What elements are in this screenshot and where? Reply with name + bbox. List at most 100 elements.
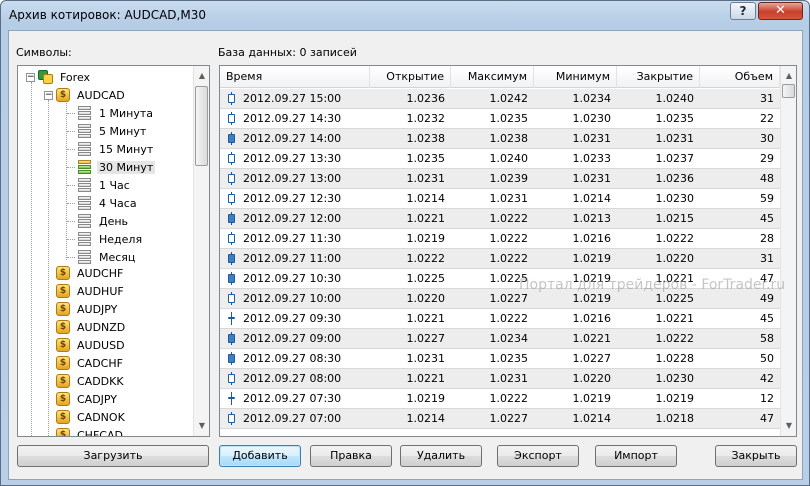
tree-node-timeframe[interactable]: 4 Часа (67, 194, 139, 212)
delete-button[interactable]: Удалить (400, 445, 482, 467)
collapse-icon[interactable]: − (44, 90, 53, 100)
time-text: 2012.09.27 13:30 (243, 152, 342, 165)
table-row[interactable]: 2012.09.27 13:30 1.0235 1.0240 1.0233 1.0237… (220, 149, 780, 169)
time-text: 2012.09.27 08:30 (243, 352, 342, 365)
table-row[interactable]: 2012.09.27 09:00 1.0227 1.0234 1.0221 1.0222… (220, 329, 780, 349)
time-text: 2012.09.27 14:30 (243, 112, 342, 125)
table-cell-volume: 48 (760, 172, 774, 185)
archive-window: Архив котировок: AUDCAD,M30 ? ✕ Символы:… (0, 0, 810, 486)
tree-guide-line (67, 239, 75, 240)
close-button[interactable]: Закрыть (715, 445, 797, 467)
table-cell-open: 1.0231 (406, 352, 446, 365)
table-cell-low: 1.0220 (572, 372, 612, 385)
add-button[interactable]: Добавить (219, 445, 301, 467)
table-cell-low: 1.0233 (572, 152, 612, 165)
tree-node-timeframe[interactable]: 1 Минута (67, 104, 155, 122)
candle-icon (228, 172, 235, 185)
column-header[interactable]: Максимум (451, 66, 534, 88)
grid-scrollbar[interactable]: ▲ ▼ (780, 66, 796, 436)
timeframe-stack-icon (76, 106, 92, 120)
scroll-thumb[interactable] (195, 86, 208, 166)
tree-node-timeframe[interactable]: 1 Час (67, 176, 132, 194)
tree-node-timeframe[interactable]: Неделя (67, 230, 144, 248)
table-row[interactable]: 2012.09.27 12:00 1.0221 1.0222 1.0213 1.0215… (220, 209, 780, 229)
table-row[interactable]: 2012.09.27 11:30 1.0219 1.0222 1.0216 1.0222… (220, 229, 780, 249)
scroll-thumb[interactable] (782, 84, 795, 98)
tree-node-symbol[interactable]: $ AUDHUF (56, 282, 126, 300)
import-button[interactable]: Импорт (595, 445, 677, 467)
collapse-icon[interactable]: − (26, 72, 35, 82)
tree-node-timeframe[interactable]: 30 Минут (67, 158, 156, 176)
tree-node-timeframe[interactable]: День (67, 212, 130, 230)
tree-node-audcad[interactable]: − $ AUDCAD (44, 86, 127, 104)
forex-group-icon (38, 70, 54, 84)
tree-node-symbol[interactable]: $ CHFCAD (56, 426, 125, 437)
tree-guide-line (67, 149, 75, 150)
edit-button[interactable]: Правка (310, 445, 392, 467)
tree-node-timeframe[interactable]: 5 Минут (67, 122, 148, 140)
column-header[interactable]: Открытие (370, 66, 451, 88)
tree-node-symbol[interactable]: $ AUDUSD (56, 336, 127, 354)
candle-icon (228, 252, 235, 265)
tree-node-symbol[interactable]: $ CADDKK (56, 372, 126, 390)
table-row[interactable]: 2012.09.27 08:00 1.0221 1.0231 1.0220 1.0230… (220, 369, 780, 389)
help-button[interactable]: ? (730, 2, 756, 20)
load-button[interactable]: Загрузить (17, 445, 209, 467)
scroll-down-icon[interactable]: ▼ (781, 418, 796, 434)
tree-label: День (99, 214, 129, 228)
table-cell-volume: 30 (760, 132, 774, 145)
column-header[interactable]: Объем (700, 66, 780, 88)
timeframe-stack-icon (76, 160, 92, 174)
table-cell-low: 1.0231 (572, 172, 612, 185)
table-row[interactable]: 2012.09.27 08:30 1.0231 1.0235 1.0227 1.0228… (220, 349, 780, 369)
window-close-button[interactable]: ✕ (758, 2, 803, 20)
column-header[interactable]: Время (220, 66, 370, 88)
table-row[interactable]: 2012.09.27 13:00 1.0231 1.0239 1.0231 1.0236… (220, 169, 780, 189)
timeframe-stack-icon (76, 214, 92, 228)
tree-node-symbol[interactable]: $ AUDJPY (56, 300, 119, 318)
column-header[interactable]: Закрытие (617, 66, 700, 88)
title-bar[interactable]: Архив котировок: AUDCAD,M30 ? ✕ (1, 1, 809, 29)
table-row[interactable]: 2012.09.27 14:30 1.0232 1.0235 1.0230 1.0235… (220, 109, 780, 129)
tree-label: CHFCAD (77, 428, 123, 437)
timeframe-stack-icon (76, 232, 92, 246)
tree-scrollbar[interactable]: ▲ ▼ (193, 66, 209, 436)
scroll-up-icon[interactable]: ▲ (781, 68, 796, 84)
symbols-tree[interactable]: − Forex − $ AUDCAD 1 Минута 5 Минут 15 Мин… (17, 65, 210, 437)
table-cell-volume: 29 (760, 152, 774, 165)
tree-node-symbol[interactable]: $ CADNOK (56, 408, 127, 426)
table-cell-close: 1.0219 (655, 392, 695, 405)
table-row[interactable]: 2012.09.27 12:30 1.0214 1.0231 1.0214 1.0230… (220, 189, 780, 209)
tree-node-symbol[interactable]: $ AUDCHF (56, 264, 125, 282)
table-cell-volume: 45 (760, 212, 774, 225)
symbol-coin-icon: $ (56, 338, 70, 352)
table-row[interactable]: 2012.09.27 07:00 1.0214 1.0227 1.0214 1.0218… (220, 409, 780, 429)
tree-node-symbol[interactable]: $ AUDNZD (56, 318, 127, 336)
table-row[interactable]: 2012.09.27 09:30 1.0221 1.0222 1.0216 1.0221… (220, 309, 780, 329)
grid-header: Время Открытие Максимум Минимум Закрытие Объе… (220, 66, 780, 88)
tree-guide-line (67, 221, 75, 222)
symbol-coin-icon: $ (56, 302, 70, 316)
tree-node-forex[interactable]: − Forex (26, 68, 92, 86)
column-header[interactable]: Минимум (534, 66, 617, 88)
candle-icon (228, 332, 235, 345)
tree-label: AUDCAD (77, 88, 125, 102)
table-cell-low: 1.0221 (572, 332, 612, 345)
watermark-text: Портал для трейдеров - ForTrader.ru (519, 277, 786, 293)
table-row[interactable]: 2012.09.27 15:00 1.0236 1.0242 1.0234 1.0240… (220, 89, 780, 109)
table-row[interactable]: 2012.09.27 07:30 1.0219 1.0222 1.0219 1.0219… (220, 389, 780, 409)
time-text: 2012.09.27 11:00 (243, 252, 342, 265)
table-row[interactable]: 2012.09.27 11:00 1.0222 1.0222 1.0219 1.0220… (220, 249, 780, 269)
export-button[interactable]: Экспорт (497, 445, 579, 467)
quotes-grid[interactable]: Время Открытие Максимум Минимум Закрытие Объе… (219, 65, 797, 437)
scroll-down-icon[interactable]: ▼ (194, 418, 209, 434)
table-cell-volume: 22 (760, 112, 774, 125)
tree-node-timeframe[interactable]: 15 Минут (67, 140, 155, 158)
table-row[interactable]: 2012.09.27 14:00 1.0238 1.0238 1.0231 1.0231… (220, 129, 780, 149)
tree-node-symbol[interactable]: $ CADJPY (56, 390, 119, 408)
tree-label: 1 Час (99, 178, 130, 192)
table-cell-high: 1.0222 (489, 252, 529, 265)
scroll-up-icon[interactable]: ▲ (194, 68, 209, 84)
tree-node-symbol[interactable]: $ CADCHF (56, 354, 125, 372)
table-cell-close: 1.0240 (655, 92, 695, 105)
